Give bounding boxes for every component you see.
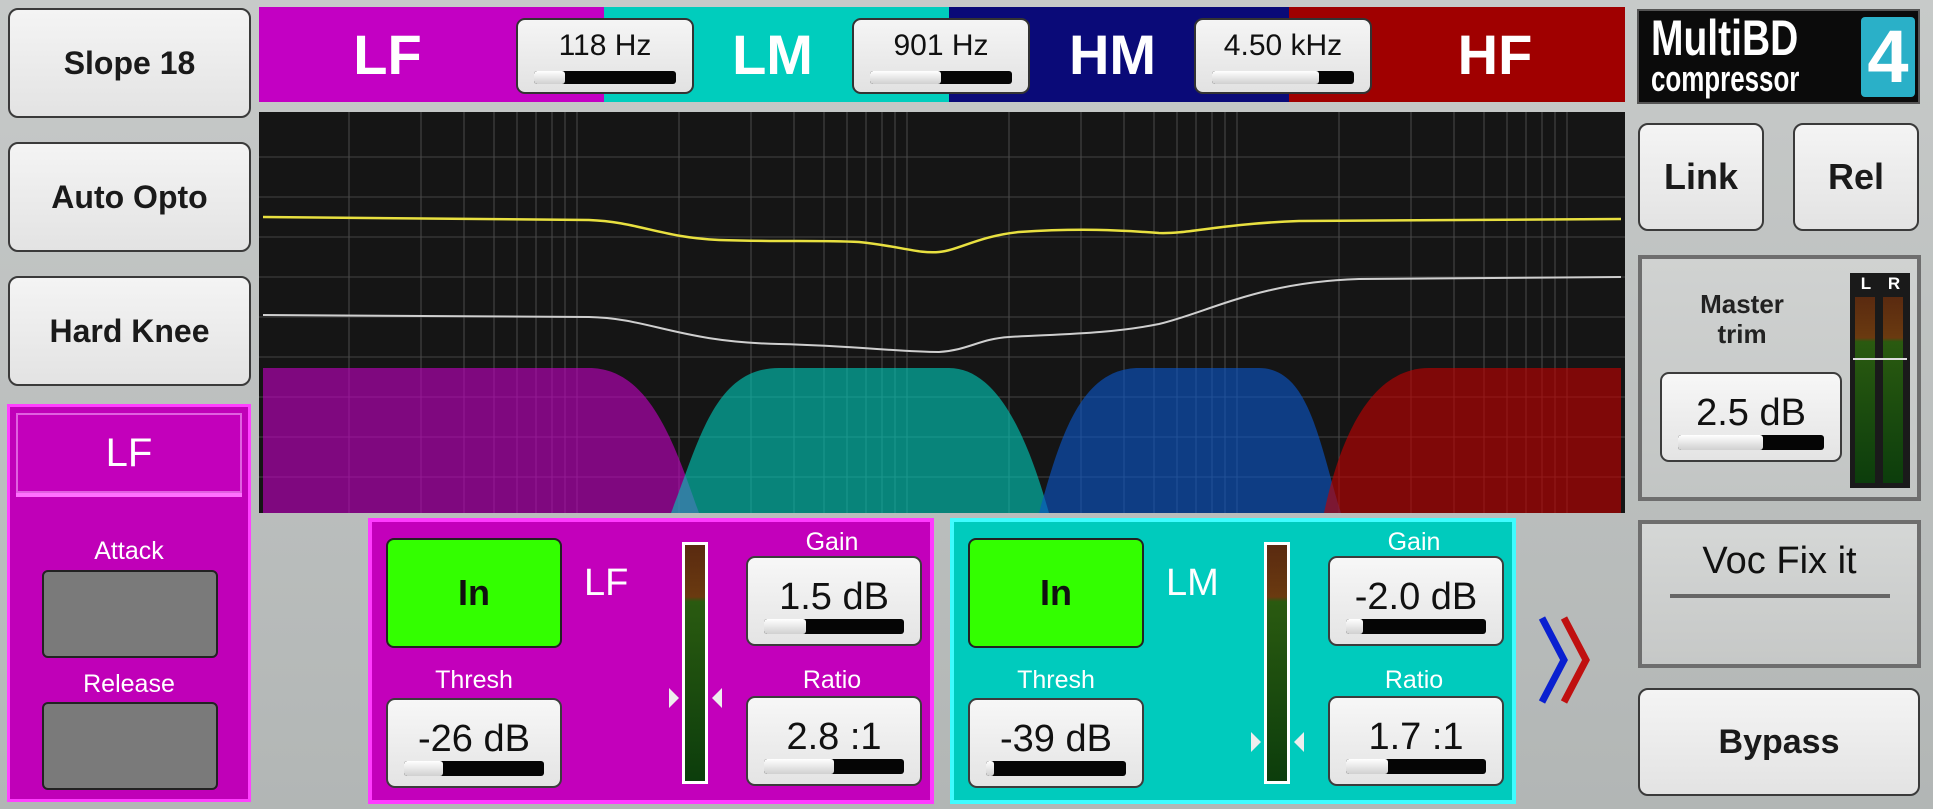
band-name: LM — [1166, 562, 1219, 604]
band-shape-lf — [263, 368, 699, 513]
band-shape-hf — [1324, 368, 1621, 513]
threshold-left-marker-icon[interactable] — [669, 688, 679, 708]
band-panel-lf: In LF Gain 1.5 dB Thresh -26 dB Ratio 2.… — [368, 518, 934, 804]
response-graph-svg — [259, 112, 1625, 513]
ratio-label: Ratio — [1384, 666, 1444, 694]
gain-label: Gain — [805, 528, 859, 556]
bypass-button[interactable]: Bypass — [1638, 688, 1920, 796]
threshold-right-marker-icon[interactable] — [1294, 732, 1304, 752]
preset-underline — [1670, 594, 1890, 598]
auto-opto-button[interactable]: Auto Opto — [8, 142, 251, 252]
band-in-button[interactable]: In — [968, 538, 1144, 648]
product-logo: MultiBD compressor 4 — [1637, 9, 1920, 104]
thresh-label: Thresh — [435, 666, 513, 694]
band-select-divider — [16, 493, 242, 497]
master-trim-field[interactable]: 2.5 dB — [1660, 372, 1842, 462]
crossover-3-field[interactable]: 4.50 kHz — [1194, 18, 1372, 94]
threshold-field[interactable]: -39 dB — [968, 698, 1144, 788]
master-trim-label: Master trim — [1700, 289, 1784, 349]
logo-subtitle: compressor — [1651, 58, 1800, 99]
knee-button[interactable]: Hard Knee — [8, 276, 251, 386]
preset-name: Voc Fix it — [1702, 540, 1857, 582]
crossover-2-field[interactable]: 901 Hz — [852, 18, 1030, 94]
band-shape-lm — [671, 368, 1049, 513]
master-trim-panel: Master trim 2.5 dB L R — [1638, 255, 1921, 501]
band-settings-panel: LF Attack Release — [7, 404, 251, 802]
crossover-1-field[interactable]: 118 Hz — [516, 18, 694, 94]
logo-title: MultiBD — [1651, 10, 1799, 66]
meter-label-r: R — [1887, 274, 1901, 293]
band-label-lm: LM — [732, 23, 813, 86]
gain-field[interactable]: 1.5 dB — [746, 556, 922, 646]
thresh-label: Thresh — [1017, 666, 1095, 694]
band-level-meter — [682, 542, 708, 784]
gain-reduction-curve — [262, 276, 1622, 354]
release-control[interactable] — [42, 702, 218, 790]
preset-panel[interactable]: Voc Fix it — [1638, 520, 1921, 668]
band-shape-hm — [1039, 368, 1341, 513]
attack-label: Attack — [94, 537, 164, 565]
output-meter: L R — [1850, 273, 1910, 488]
release-mode-button[interactable]: Rel — [1793, 123, 1919, 231]
ratio-field[interactable]: 2.8 :1 — [746, 696, 922, 786]
slope-button[interactable]: Slope 18 — [8, 8, 251, 118]
band-level-meter — [1264, 542, 1290, 784]
chevron-right-icon[interactable] — [1534, 610, 1594, 710]
response-curve — [262, 215, 1622, 254]
meter-label-l: L — [1860, 274, 1872, 293]
release-label: Release — [83, 670, 175, 698]
logo-number: 4 — [1861, 17, 1915, 97]
gain-field[interactable]: -2.0 dB — [1328, 556, 1504, 646]
threshold-left-marker-icon[interactable] — [1251, 732, 1261, 752]
threshold-right-marker-icon[interactable] — [712, 688, 722, 708]
band-name: LF — [584, 562, 629, 604]
link-button[interactable]: Link — [1638, 123, 1764, 231]
band-panel-lm: In LM Gain -2.0 dB Thresh -39 dB Ratio 1… — [950, 518, 1516, 804]
gain-label: Gain — [1387, 528, 1441, 556]
frequency-response-graph[interactable] — [259, 112, 1625, 513]
band-select-label[interactable]: LF — [16, 413, 242, 493]
ratio-field[interactable]: 1.7 :1 — [1328, 696, 1504, 786]
band-label-hm: HM — [1068, 23, 1157, 86]
ratio-label: Ratio — [802, 666, 862, 694]
band-label-hf: HF — [1457, 23, 1533, 86]
threshold-field[interactable]: -26 dB — [386, 698, 562, 788]
band-in-button[interactable]: In — [386, 538, 562, 648]
attack-control[interactable] — [42, 570, 218, 658]
band-label-lf: LF — [353, 23, 422, 86]
